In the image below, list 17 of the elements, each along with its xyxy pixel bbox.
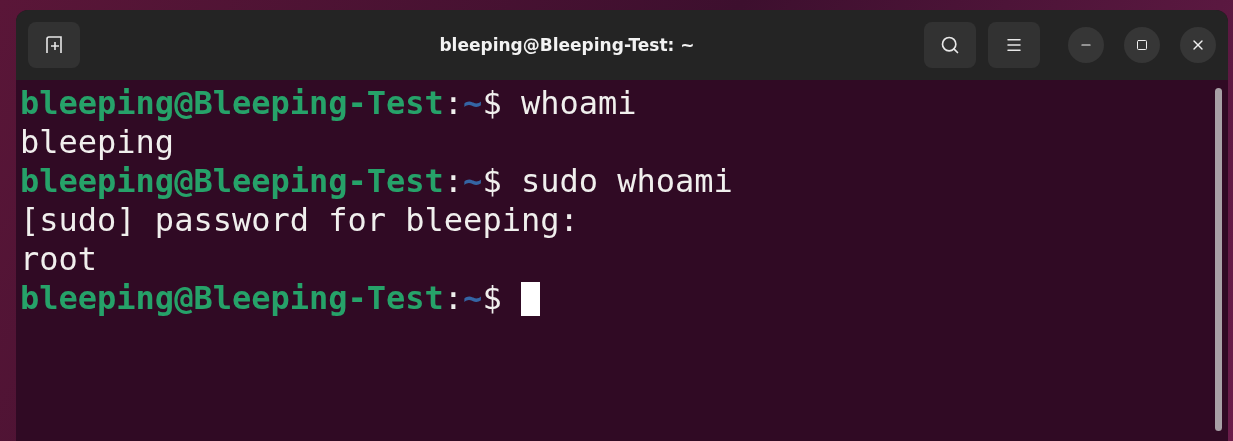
prompt-line: bleeping@Bleeping-Test:~$ sudo whoami (20, 162, 733, 201)
window-title: bleeping@Bleeping-Test: ~ (438, 35, 696, 55)
scrollbar[interactable] (1215, 88, 1222, 431)
menu-icon (1005, 36, 1023, 54)
menu-button[interactable] (988, 22, 1040, 68)
prompt-line: bleeping@Bleeping-Test:~$ (20, 279, 502, 318)
maximize-icon (1136, 39, 1148, 51)
new-tab-button[interactable] (28, 22, 80, 68)
new-tab-icon (44, 36, 64, 54)
output-line: root (20, 240, 98, 279)
output-line: [sudo] password for bleeping: (20, 201, 579, 240)
search-icon (940, 35, 960, 55)
search-button[interactable] (924, 22, 976, 68)
output-line: bleeping (20, 123, 175, 162)
prompt-line: bleeping@Bleeping-Test:~$ whoami (20, 84, 637, 123)
maximize-button[interactable] (1124, 27, 1160, 63)
close-button[interactable] (1180, 27, 1216, 63)
